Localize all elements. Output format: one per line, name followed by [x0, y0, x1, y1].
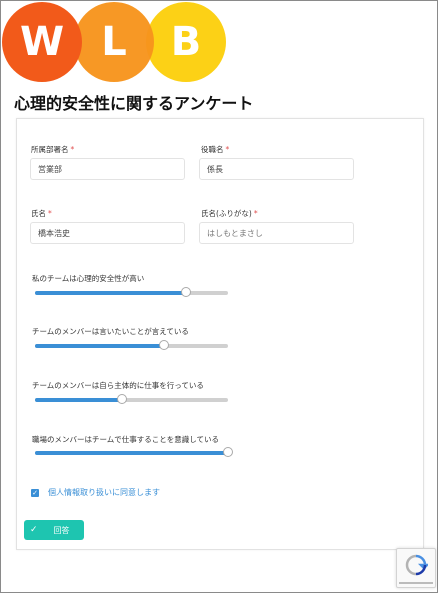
- submit-button[interactable]: ✓ 回答: [24, 520, 84, 540]
- name-kana-label: 氏名(ふりがな) *: [201, 209, 258, 218]
- slider-fill: [35, 291, 186, 295]
- department-field[interactable]: 営業部: [30, 158, 185, 180]
- recaptcha-text: [399, 582, 433, 584]
- slider-teamwork[interactable]: [35, 447, 233, 457]
- page-title: 心理的安全性に関するアンケート: [14, 94, 254, 113]
- slider-proactive[interactable]: [35, 394, 228, 404]
- name-label: 氏名 *: [31, 209, 52, 218]
- slider-thumb[interactable]: [223, 447, 233, 457]
- slider-psych-safety[interactable]: [35, 287, 228, 297]
- submit-label: 回答: [53, 525, 70, 535]
- slider-thumb[interactable]: [180, 287, 191, 297]
- position-field[interactable]: 係長: [199, 158, 354, 180]
- slider-fill: [35, 398, 122, 402]
- slider-label-3: チームのメンバーは自ら主体的に仕事を行っている: [32, 381, 204, 390]
- slider-label-4: 職場のメンバーはチームで仕事することを意識している: [32, 435, 220, 444]
- slider-fill: [35, 344, 165, 348]
- slider-label-2: チームのメンバーは言いたいことが言えている: [32, 327, 189, 336]
- position-label: 役職名 *: [201, 145, 230, 154]
- check-icon: ✓: [30, 525, 38, 535]
- consent-label[interactable]: 個人情報取り扱いに同意します: [48, 487, 160, 498]
- logo-circle-b: B: [146, 2, 226, 82]
- consent-checkbox[interactable]: ✓: [31, 489, 39, 497]
- slider-label-1: 私のチームは心理的安全性が高い: [32, 274, 145, 283]
- name-field[interactable]: 橋本浩史: [30, 222, 185, 244]
- name-kana-field[interactable]: はしもとまさし: [199, 222, 354, 244]
- slider-fill: [35, 451, 228, 455]
- recaptcha-icon: [405, 554, 428, 576]
- logo: W L B: [2, 2, 232, 82]
- slider-thumb[interactable]: [116, 394, 127, 404]
- logo-circle-w: W: [2, 2, 82, 82]
- department-label: 所属部署名 *: [31, 145, 75, 154]
- slider-speak-up[interactable]: [35, 340, 228, 350]
- logo-circle-l: L: [74, 2, 154, 82]
- recaptcha-badge[interactable]: [396, 548, 436, 588]
